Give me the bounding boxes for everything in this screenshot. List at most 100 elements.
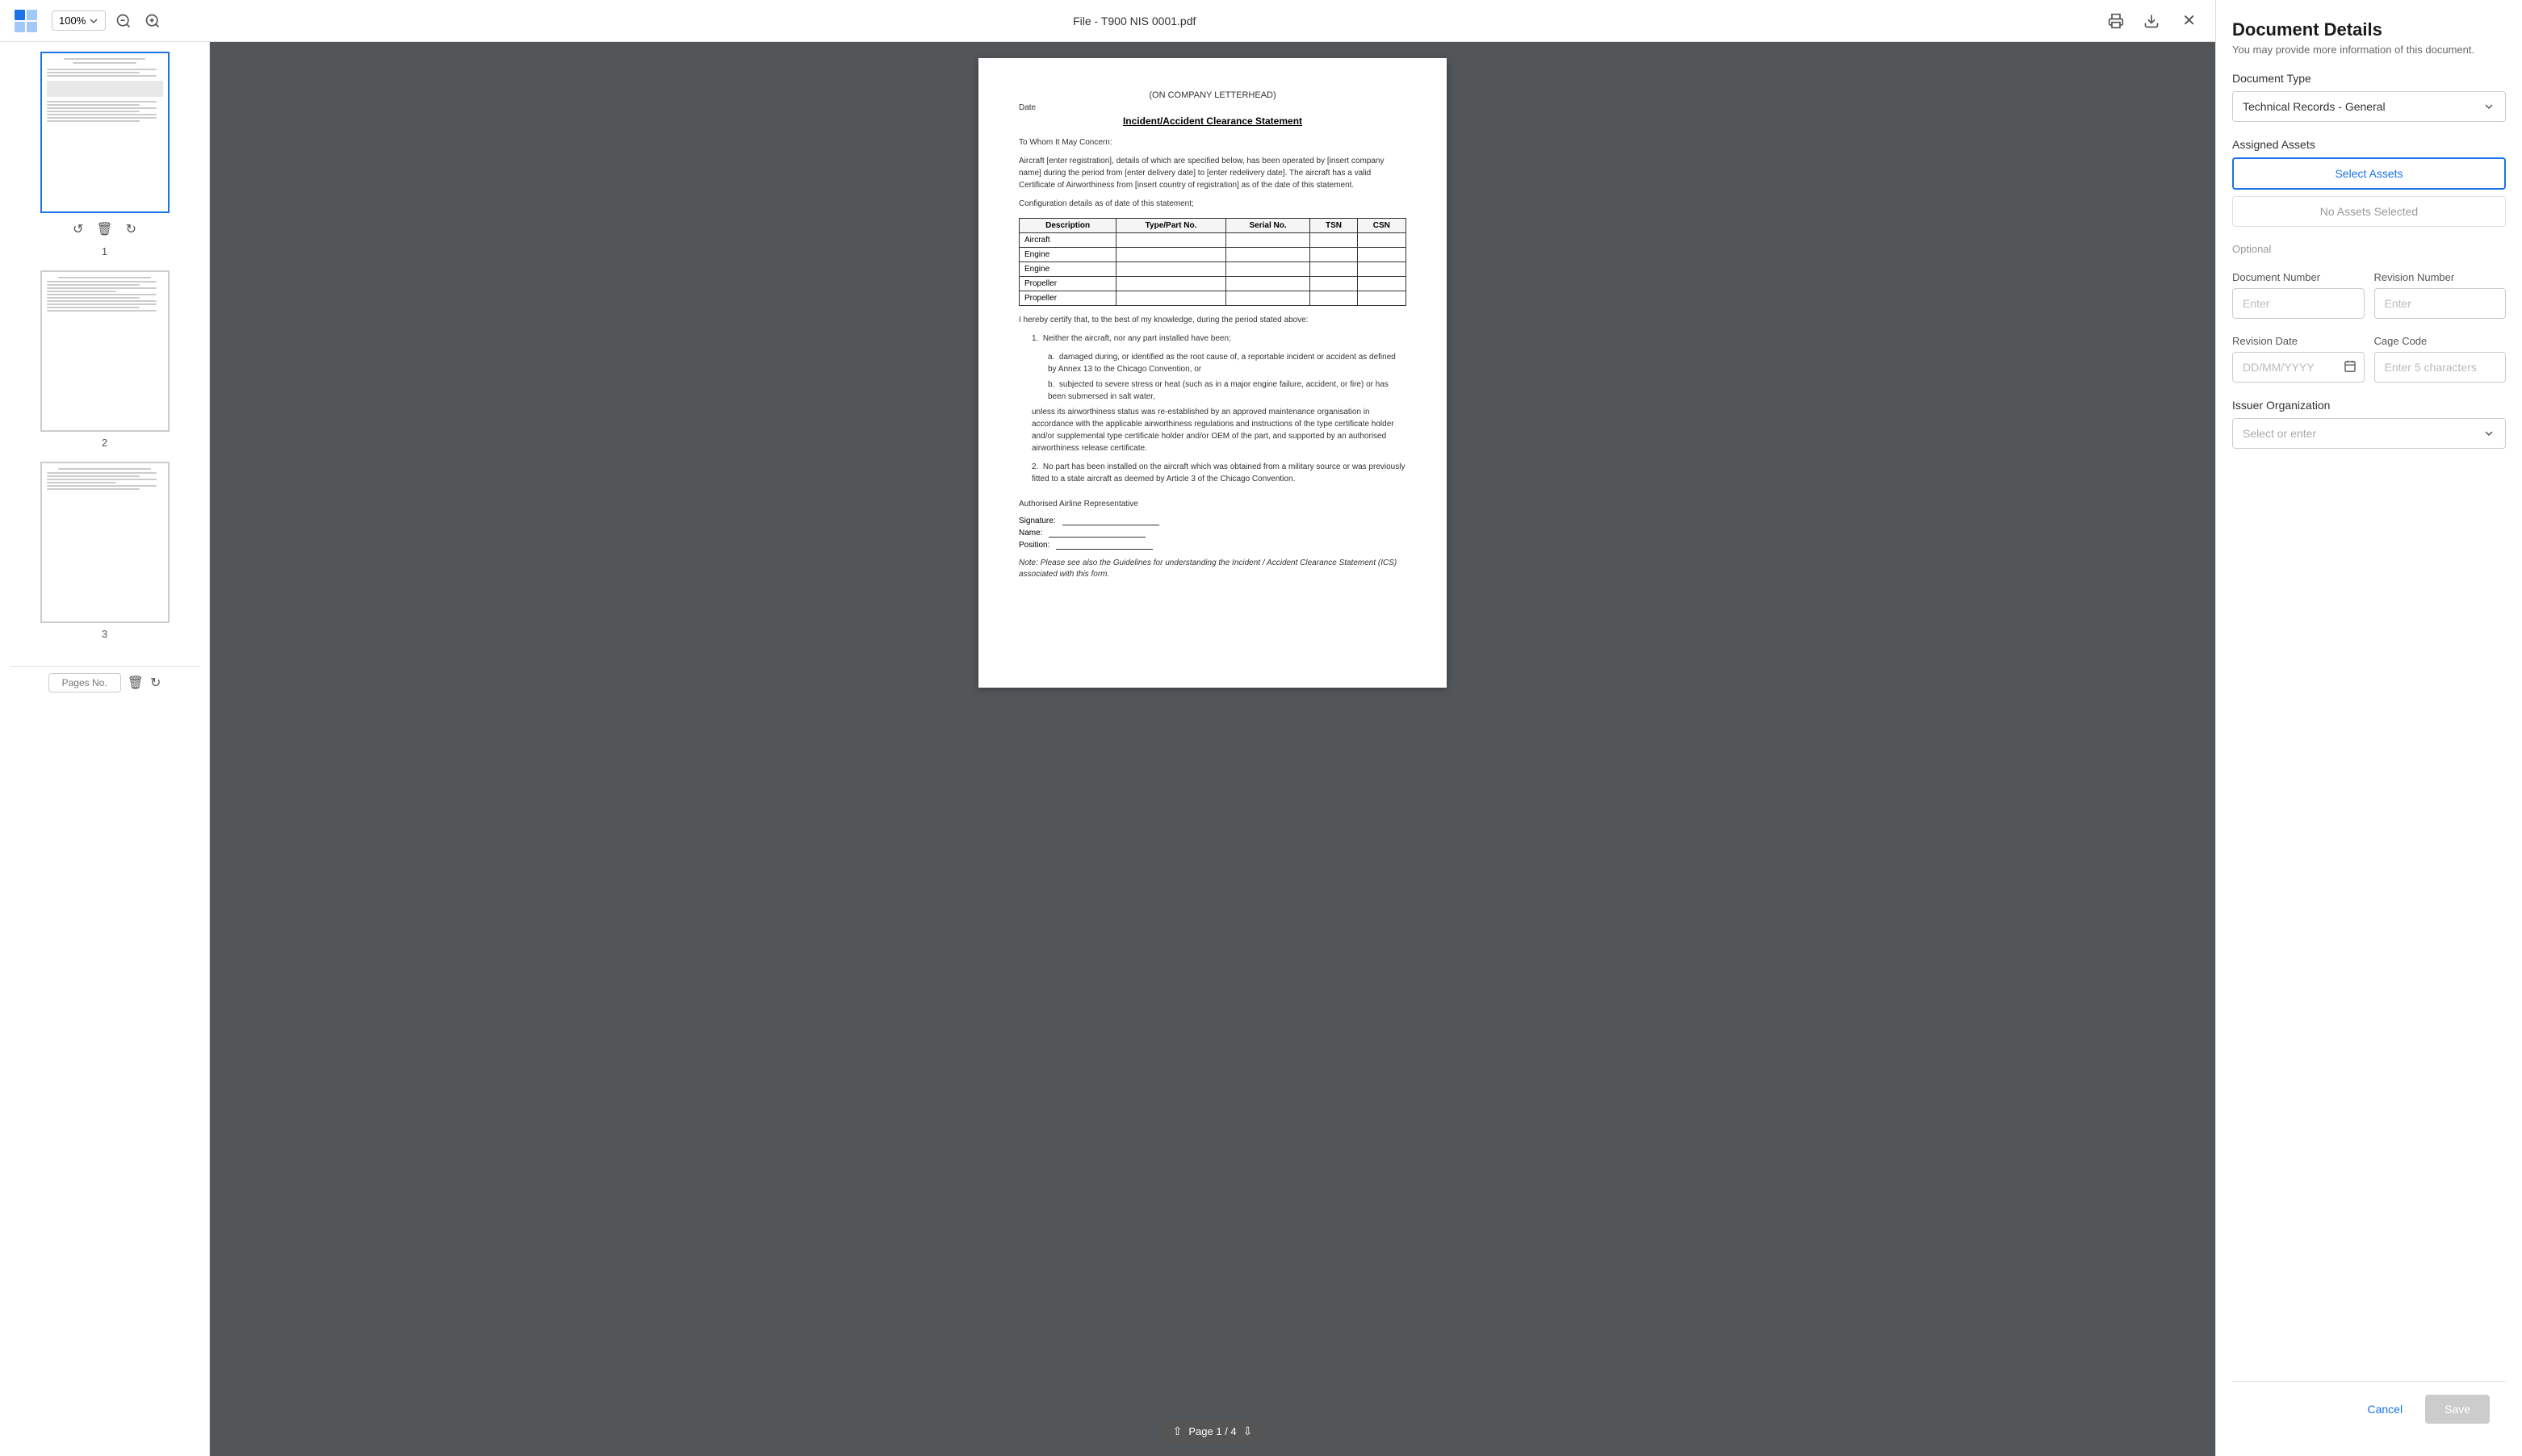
thumbnail-preview-3 (40, 462, 170, 623)
thumbnail-sidebar: ↺ 🗑 ↻ 1 (0, 42, 210, 1456)
pdf-page: (ON COMPANY LETTERHEAD) Date Incident/Ac… (978, 58, 1447, 688)
doc-details-title: Document Details (2232, 19, 2506, 40)
cancel-button[interactable]: Cancel (2354, 1396, 2415, 1422)
table-row: Engine (1020, 262, 1406, 277)
doc-type-label: Document Type (2232, 72, 2506, 85)
doc-type-value: Technical Records - General (2243, 100, 2386, 113)
pdf-name: Name: (1019, 529, 1406, 538)
zoom-control[interactable]: 100% (52, 10, 106, 31)
delete-btn-1[interactable]: 🗑 (96, 221, 112, 237)
select-assets-button[interactable]: Select Assets (2232, 157, 2506, 190)
toolbar-left: 100% (13, 8, 164, 34)
pdf-table-header-serial: Serial No. (1225, 219, 1310, 233)
thumbnail-item-3[interactable]: 3 (10, 462, 199, 640)
close-button[interactable]: ✕ (2176, 7, 2202, 34)
zoom-value: 100% (59, 15, 86, 27)
page-number: Page 1 / 4 (1188, 1425, 1236, 1437)
thumbnail-label-2: 2 (102, 437, 107, 449)
pdf-body1: Aircraft [enter registration], details o… (1019, 155, 1406, 191)
assigned-assets-section: Assigned Assets Select Assets No Assets … (2232, 138, 2506, 227)
revision-number-input[interactable] (2374, 288, 2507, 319)
rotate-right-btn-1[interactable]: ↻ (126, 221, 136, 237)
doc-details-header: Document Details You may provide more in… (2232, 19, 2506, 56)
pdf-letterhead: (ON COMPANY LETTERHEAD) (1019, 90, 1406, 100)
revision-date-label: Revision Date (2232, 335, 2365, 347)
thumbnail-item-1[interactable]: ↺ 🗑 ↻ 1 (10, 52, 199, 257)
zoom-out-icon (115, 13, 132, 29)
cage-code-group: Cage Code (2374, 335, 2507, 383)
toolbar-right: ✕ (2105, 7, 2202, 34)
doc-revision-row: Document Number Revision Number (2232, 271, 2506, 319)
pdf-certify: I hereby certify that, to the best of my… (1019, 314, 1406, 326)
revision-number-group: Revision Number (2374, 271, 2507, 319)
calendar-icon[interactable] (2344, 360, 2357, 375)
no-assets-indicator: No Assets Selected (2232, 196, 2506, 227)
print-button[interactable] (2105, 10, 2127, 32)
pdf-point1b: b. subjected to severe stress or heat (s… (1048, 379, 1406, 403)
refresh-btn[interactable]: ↻ (150, 675, 161, 691)
pdf-table-header-type: Type/Part No. (1116, 219, 1226, 233)
download-icon (2143, 13, 2160, 29)
optional-section: Optional (2232, 243, 2506, 255)
pdf-main-title: Incident/Accident Clearance Statement (1019, 115, 1406, 127)
zoom-in-icon (145, 13, 161, 29)
zoom-in-button[interactable] (141, 10, 164, 32)
pdf-date-label: Date (1019, 103, 1406, 112)
pdf-point2: 2. No part has been installed on the air… (1032, 461, 1406, 485)
file-name: File - T900 NIS 0001.pdf (1073, 15, 1196, 27)
pdf-to-whom: To Whom It May Concern: (1019, 136, 1406, 149)
pdf-point1: 1. Neither the aircraft, nor any part in… (1032, 333, 1406, 345)
footer-actions: Cancel Save (2232, 1381, 2506, 1437)
zoom-out-button[interactable] (112, 10, 135, 32)
document-type-section: Document Type Technical Records - Genera… (2232, 72, 2506, 122)
app-logo (13, 8, 39, 34)
pdf-config: Configuration details as of date of this… (1019, 198, 1406, 210)
page-navigation: ⇧ Page 1 / 4 ⇩ (1160, 1420, 1266, 1443)
pages-input[interactable] (48, 673, 121, 692)
date-cage-row: Revision Date Cage Code (2232, 335, 2506, 383)
thumbnail-label-3: 3 (102, 628, 107, 640)
thumbnail-preview-2 (40, 270, 170, 432)
prev-page-btn[interactable]: ⇧ (1173, 1425, 1183, 1438)
doc-number-group: Document Number (2232, 271, 2365, 319)
pdf-position: Position: (1019, 541, 1406, 550)
pdf-unless: unless its airworthiness status was re-e… (1032, 406, 1406, 454)
chevron-down-icon-issuer (2482, 427, 2495, 440)
chevron-down-icon (2482, 100, 2495, 113)
pdf-table: Description Type/Part No. Serial No. TSN… (1019, 218, 1406, 306)
main-content: ↺ 🗑 ↻ 1 (0, 42, 2215, 1456)
table-row: Aircraft (1020, 233, 1406, 248)
delete-page-btn[interactable]: 🗑 (128, 675, 144, 691)
thumbnail-label-1: 1 (102, 245, 107, 257)
date-input-wrapper (2232, 352, 2365, 383)
revision-number-label: Revision Number (2374, 271, 2507, 283)
issuer-org-label: Issuer Organization (2232, 399, 2506, 412)
doc-details-subtitle: You may provide more information of this… (2232, 44, 2506, 56)
issuer-org-dropdown[interactable]: Select or enter (2232, 418, 2506, 449)
table-row: Engine (1020, 248, 1406, 262)
thumbnail-preview-1 (40, 52, 170, 213)
doc-type-dropdown[interactable]: Technical Records - General (2232, 91, 2506, 122)
toolbar: 100% File - T900 NIS 0001.pdf (0, 0, 2215, 42)
pdf-table-header-desc: Description (1020, 219, 1116, 233)
cage-code-input[interactable] (2374, 352, 2507, 383)
thumbnail-item-2[interactable]: 2 (10, 270, 199, 449)
pdf-signature: Signature: (1019, 517, 1406, 525)
pdf-table-header-csn: CSN (1357, 219, 1406, 233)
print-icon (2108, 13, 2124, 29)
doc-number-input[interactable] (2232, 288, 2365, 319)
pdf-point1a: a. damaged during, or identified as the … (1048, 351, 1406, 375)
download-button[interactable] (2140, 10, 2163, 32)
table-row: Propeller (1020, 291, 1406, 306)
next-page-btn[interactable]: ⇩ (1243, 1425, 1253, 1438)
optional-label: Optional (2232, 243, 2506, 255)
issuer-org-placeholder: Select or enter (2243, 427, 2316, 440)
rotate-left-btn-1[interactable]: ↺ (73, 221, 83, 237)
thumb-controls-1: ↺ 🗑 ↻ (73, 218, 136, 241)
issuer-org-section: Issuer Organization Select or enter (2232, 399, 2506, 449)
revision-date-group: Revision Date (2232, 335, 2365, 383)
chevron-down-icon (89, 16, 98, 26)
pdf-content: (ON COMPANY LETTERHEAD) Date Incident/Ac… (210, 42, 2215, 1456)
save-button[interactable]: Save (2425, 1395, 2490, 1424)
bottom-thumb-bar: 🗑 ↻ (10, 666, 199, 699)
